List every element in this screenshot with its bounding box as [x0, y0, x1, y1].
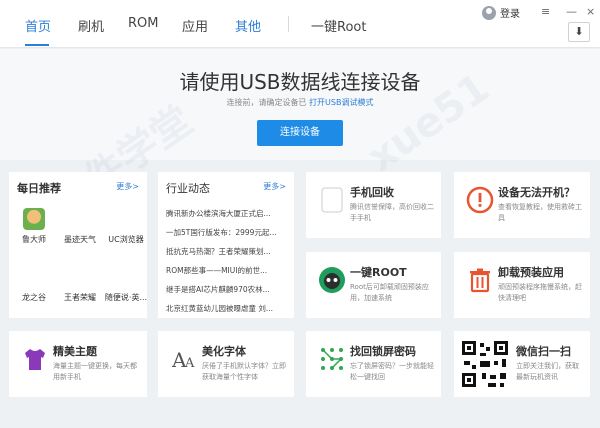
industry-more-link[interactable]: 更多>: [263, 181, 286, 192]
tool-card-wechat-scan[interactable]: 微信扫一扫 立即关注我们，获取最新玩机资讯: [454, 331, 590, 397]
tab-other[interactable]: 其他: [235, 16, 261, 35]
root-android-icon: [319, 267, 345, 293]
tool-card-fonts[interactable]: AA 美化字体 厌倦了手机默认字体？立即获取海量个性字体: [158, 331, 294, 397]
tab-rom[interactable]: ROM: [128, 16, 158, 31]
uc-browser-icon: [115, 208, 137, 230]
app-label: 随便说·英...: [104, 293, 148, 302]
tool-title: 卸载预装应用: [498, 266, 564, 279]
tool-title: 精美主题: [53, 345, 97, 358]
hero-sub-prefix: 连接前，请确定设备已: [226, 98, 307, 107]
news-item[interactable]: 一加5T国行版发布：2999元起...: [166, 223, 294, 242]
tab-apps[interactable]: 应用: [182, 16, 208, 35]
app-label: 鲁大师: [22, 235, 46, 244]
tool-title: 一键ROOT: [350, 266, 407, 279]
tab-divider: [288, 16, 289, 32]
phone-recycle-icon: [321, 187, 343, 213]
tool-desc: 厌倦了手机默认字体？立即获取海量个性字体: [202, 362, 286, 381]
tool-desc: 顽固预装程序拖慢系统，赶快清理吧: [498, 283, 582, 302]
news-item[interactable]: ROM那些事——MIUI的前世...: [166, 261, 294, 280]
connect-device-button[interactable]: 连接设备: [257, 120, 343, 146]
daily-title: 每日推荐: [17, 182, 61, 195]
news-item[interactable]: 腾讯新办公楼滨海大厦正式启...: [166, 204, 294, 223]
app-item[interactable]: 墨迹天气: [57, 208, 103, 245]
login-button[interactable]: 登录: [482, 5, 520, 20]
news-list: 腾讯新办公楼滨海大厦正式启... 一加5T国行版发布：2999元起... 抵抗克…: [166, 204, 294, 318]
dragon-nest-icon: [23, 266, 45, 288]
close-icon[interactable]: ×: [586, 5, 595, 18]
tool-card-phone-recycle[interactable]: 手机回收 腾讯信誉保障，高价回收二手手机: [306, 172, 441, 238]
tool-desc: Root后可卸载顽固预装应用，加速系统: [350, 283, 429, 302]
tool-desc: 腾讯信誉保障，高价回收二手手机: [350, 203, 434, 222]
connect-hero: 请使用USB数据线连接设备 连接前，请确定设备已 打开USB调试模式 连接设备: [0, 49, 600, 160]
tab-flash[interactable]: 刷机: [78, 16, 104, 35]
app-item[interactable]: UC浏览器: [103, 208, 149, 245]
app-item[interactable]: 龙之谷: [11, 266, 57, 303]
tab-home[interactable]: 首页: [25, 16, 51, 35]
avatar-icon: [482, 5, 496, 20]
tool-card-uninstall-preinstalled[interactable]: 卸载预装应用 顽固预装程序拖慢系统，赶快清理吧: [454, 252, 590, 318]
tool-card-themes[interactable]: 精美主题 海量主题一键更换，每天都用新手机: [9, 331, 147, 397]
english-app-icon: [115, 266, 137, 288]
ludashi-icon: [23, 208, 45, 230]
minimize-icon[interactable]: —: [566, 5, 577, 18]
tool-title: 美化字体: [202, 345, 246, 358]
industry-news-card: 行业动态 更多> 腾讯新办公楼滨海大厦正式启... 一加5T国行版发布：2999…: [158, 172, 294, 318]
app-label: 墨迹天气: [64, 235, 96, 244]
warning-icon: [466, 186, 494, 214]
app-label: 龙之谷: [22, 293, 46, 302]
tool-title: 设备无法开机？: [498, 186, 575, 199]
tool-desc: 忘了锁屏密码？一步就能轻松一键找回: [350, 362, 434, 381]
hero-title: 请使用USB数据线连接设备: [179, 70, 421, 94]
pattern-lock-icon: [321, 348, 343, 370]
login-label: 登录: [500, 9, 520, 20]
app-label: 王者荣耀: [64, 293, 96, 302]
tool-card-cannot-boot[interactable]: 设备无法开机？ 查看恢复教程，使用救砖工具: [454, 172, 590, 238]
weather-icon: [69, 208, 91, 230]
app-label: UC浏览器: [108, 235, 144, 244]
tool-card-one-click-root[interactable]: 一键ROOT Root后可卸载顽固预装应用，加速系统: [306, 252, 441, 318]
industry-title: 行业动态: [166, 182, 210, 195]
app-item[interactable]: 王者荣耀: [57, 266, 103, 303]
tool-desc: 查看恢复教程，使用救砖工具: [498, 203, 582, 222]
tshirt-icon: [25, 349, 45, 370]
tool-desc: 海量主题一键更换，每天都用新手机: [53, 362, 137, 381]
news-item[interactable]: 北京红黄蓝幼儿园被曝虐童 刘...: [166, 299, 294, 318]
font-icon: AA: [171, 348, 195, 372]
active-tab-indicator: [25, 44, 49, 46]
news-item[interactable]: 继手是搭AI芯片麒麟970农林...: [166, 280, 294, 299]
tool-desc: 立即关注我们，获取最新玩机资讯: [516, 362, 579, 381]
tool-title: 找回锁屏密码: [350, 345, 416, 358]
news-item[interactable]: 抵抗克马热潮？王者荣耀策划...: [166, 242, 294, 261]
honor-of-kings-icon: [69, 266, 91, 288]
daily-more-link[interactable]: 更多>: [116, 181, 139, 192]
hero-subtitle: 连接前，请确定设备已 打开USB调试模式: [0, 97, 600, 108]
trash-icon: [470, 268, 490, 293]
tool-title: 手机回收: [350, 186, 394, 199]
svg-text:A: A: [184, 356, 195, 371]
usb-debug-link[interactable]: 打开USB调试模式: [309, 98, 373, 107]
download-icon[interactable]: ⬇: [568, 22, 590, 42]
menu-icon[interactable]: ≡: [541, 5, 550, 18]
tab-one-click-root[interactable]: 一键Root: [311, 16, 366, 35]
app-item[interactable]: 随便说·英...: [103, 266, 149, 303]
app-item[interactable]: 鲁大师: [11, 208, 57, 245]
tool-title: 微信扫一扫: [516, 345, 571, 358]
daily-recommend-card: 每日推荐 更多> 鲁大师 墨迹天气 UC浏览器 龙之谷 王者荣耀 随便说·英..…: [9, 172, 147, 318]
tool-card-unlock-pattern[interactable]: 找回锁屏密码 忘了锁屏密码？一步就能轻松一键找回: [306, 331, 441, 397]
top-nav: 首页 刷机 ROM 应用 其他 一键Root 登录 ≡ — × ⬇: [0, 0, 600, 48]
app-grid: 鲁大师 墨迹天气 UC浏览器 龙之谷 王者荣耀 随便说·英...: [9, 202, 157, 312]
qr-code-icon: [460, 339, 510, 389]
